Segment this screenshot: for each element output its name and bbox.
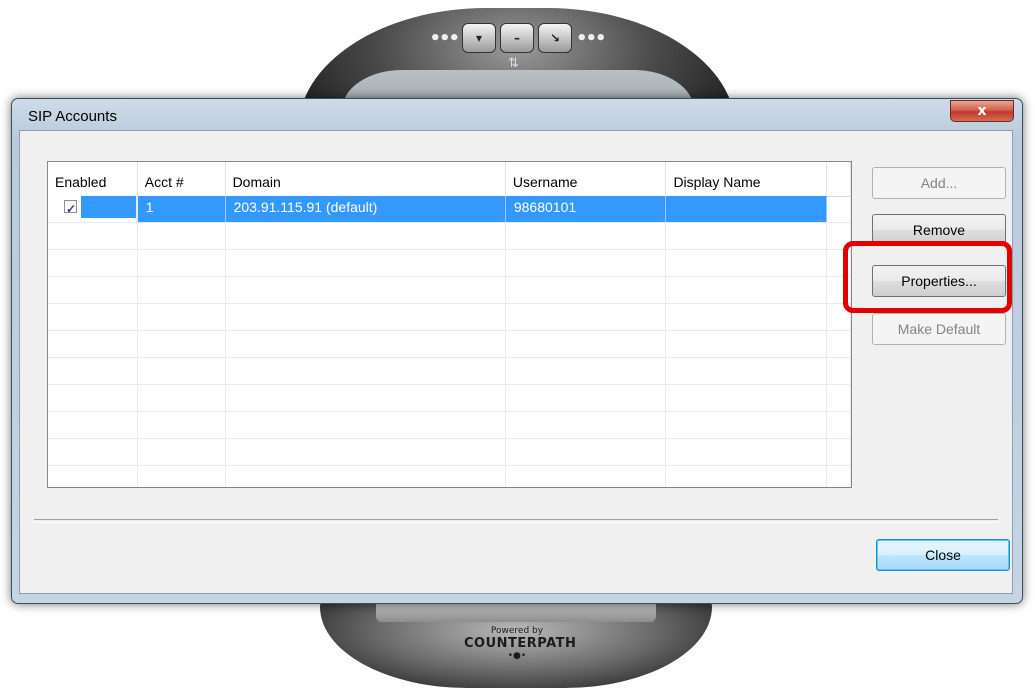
softphone-minimize-button[interactable]: – (500, 23, 534, 53)
column-header-acct[interactable]: Acct # (138, 162, 226, 196)
empty-row (48, 412, 851, 439)
make-default-button[interactable]: Make Default (872, 313, 1006, 345)
enabled-checkbox[interactable]: ✓ (64, 200, 77, 216)
column-header-display-name[interactable]: Display Name (666, 162, 828, 196)
sip-accounts-dialog: SIP Accounts x Enabled Acct # Domain Use… (11, 98, 1023, 604)
softphone-button-bar: ••• ▾ – ↘ ••• (418, 18, 616, 58)
enabled-cell-content: ✓ (56, 196, 137, 222)
empty-row (48, 331, 851, 358)
column-header-username[interactable]: Username (506, 162, 667, 196)
softphone-collapse-button[interactable]: ↘ (538, 23, 572, 53)
list-header: Enabled Acct # Domain Username Display N… (48, 162, 851, 197)
column-header-domain[interactable]: Domain (226, 162, 506, 196)
selection-fill (81, 196, 136, 218)
empty-row (48, 466, 851, 487)
add-button[interactable]: Add... (872, 167, 1006, 199)
minimize-icon: – (514, 31, 520, 45)
acct-cell: 1 (137, 196, 226, 222)
username-cell: 98680101 (505, 196, 667, 222)
dialog-client-area: Enabled Acct # Domain Username Display N… (19, 130, 1013, 594)
domain-cell: 203.91.115.91 (default) (225, 196, 506, 222)
softphone-menu-button[interactable]: ▾ (462, 23, 496, 53)
empty-row (48, 304, 851, 331)
table-row[interactable]: ✓ 1 203.91.115.91 (default) 98680101 (48, 196, 851, 223)
collapse-icon: ↘ (549, 31, 561, 45)
brand-name: COUNTERPATH (464, 636, 577, 651)
check-icon: ✓ (66, 202, 77, 216)
enabled-cell: ✓ (48, 196, 138, 222)
dots-icon: ••• (576, 27, 606, 49)
display-name-cell (666, 196, 828, 222)
empty-row (48, 223, 851, 250)
empty-row (48, 250, 851, 277)
close-icon[interactable]: x (950, 100, 1014, 122)
network-icon: ⇅ (508, 56, 519, 71)
empty-row (48, 439, 851, 466)
counterpath-logo: Powered by COUNTERPATH •●• (464, 626, 577, 666)
empty-row (48, 277, 851, 304)
empty-row (48, 385, 851, 412)
close-button[interactable]: Close (876, 539, 1010, 571)
filler-cell (827, 196, 851, 222)
powered-by-text: Powered by (490, 626, 544, 636)
empty-row (48, 358, 851, 385)
chevron-down-icon: ▾ (475, 31, 483, 45)
column-header-filler (827, 162, 851, 196)
dialog-separator (34, 519, 998, 523)
column-header-enabled[interactable]: Enabled (48, 162, 138, 196)
properties-highlight-annotation (843, 241, 1012, 313)
list-rows: ✓ 1 203.91.115.91 (default) 98680101 (48, 196, 851, 487)
dialog-title: SIP Accounts (28, 108, 117, 125)
dots-icon: ••• (429, 27, 459, 49)
brand-dots-icon: •●• (507, 651, 527, 661)
accounts-list[interactable]: Enabled Acct # Domain Username Display N… (47, 161, 852, 488)
